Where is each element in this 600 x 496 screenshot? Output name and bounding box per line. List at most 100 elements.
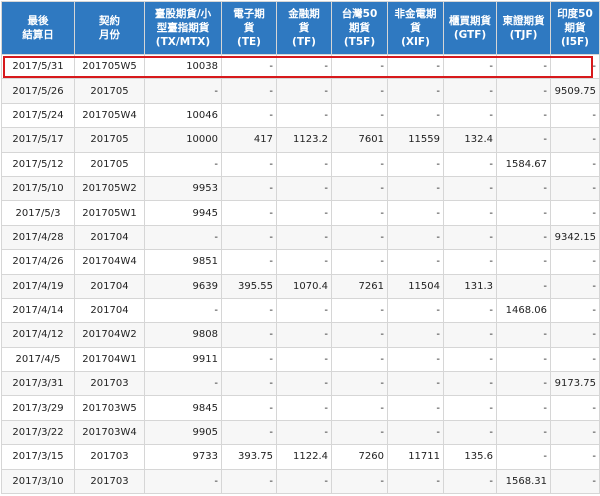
settlement-date-cell: 2017/3/22 [1,419,75,446]
settlement-price-cell: 1123.2 [276,127,332,153]
settlement-date-cell: 2017/3/29 [1,395,75,421]
settlement-price-cell: 1568.31 [496,468,551,495]
settlement-price-cell: - [144,151,222,177]
contract-month-cell: 201705W2 [74,175,145,202]
settlement-price-cell: - [443,200,497,226]
contract-month-cell: 201704 [74,273,145,299]
settlement-price-cell: - [496,249,551,275]
settlement-date-cell: 2017/5/3 [1,200,75,226]
settlement-price-cell: - [496,322,551,348]
settlement-price-cell: - [387,102,444,129]
settlement-price-cell: - [496,127,551,153]
settlement-price-cell: - [496,224,551,251]
column-header: 櫃買期貨 (GTF) [443,1,497,55]
settlement-date-cell: 2017/5/17 [1,127,75,153]
settlement-price-cell: - [221,346,277,373]
settlement-price-cell: - [550,346,600,373]
table-body: 2017/5/31 201705W5 10038- - - - - - -2017/5/26 20… [1,53,600,495]
settlement-price-cell: - [496,175,551,202]
settlement-price-cell: - [387,297,444,324]
table-row: 2017/4/14 201704- - - - - -1468.06- [1,297,600,324]
column-header: 非金電期貨 (XIF) [387,1,444,55]
settlement-price-cell: - [221,297,277,324]
contract-month-cell: 201703 [74,444,145,470]
settlement-price-cell: - [221,102,277,129]
contract-month-cell: 201705 [74,78,145,104]
table-row: 2017/5/26 201705- - - - - - -9509.75 [1,78,600,104]
settlement-price-cell: - [144,371,222,397]
settlement-price-cell: - [276,200,332,226]
settlement-price-cell: - [496,273,551,299]
settlement-price-cell: - [221,151,277,177]
table-row: 2017/5/31 201705W5 10038- - - - - - - [1,53,600,80]
contract-month-cell: 201705 [74,151,145,177]
settlement-price-cell: - [331,200,388,226]
settlement-price-cell: - [331,419,388,446]
settlement-price-cell: - [331,224,388,251]
settlement-price-cell: - [496,419,551,446]
settlement-price-cell: - [276,419,332,446]
settlement-price-cell: - [387,249,444,275]
table-row: 2017/4/19 201704 9639 395.55 1070.4 7261 11504… [1,273,600,299]
settlement-price-cell: - [276,346,332,373]
contract-month-cell: 201703W4 [74,419,145,446]
column-header: 台灣50 期貨 (T5F) [331,1,388,55]
settlement-price-cell: 9911 [144,346,222,373]
settlement-price-cell: - [276,249,332,275]
settlement-table: 最後 結算日 契約 月份 臺股期貨/小 型臺指期貨 (TX/MTX) 電子期貨 (TE) 金融期貨… [1,1,600,495]
settlement-price-cell: - [331,78,388,104]
settlement-price-cell: - [550,200,600,226]
table-row: 2017/3/10 201703- - - - - -1568.31- [1,468,600,495]
settlement-price-cell: - [443,346,497,373]
settlement-price-cell: - [443,371,497,397]
column-header: 印度50 期貨 (I5F) [550,1,600,55]
settlement-price-cell: - [221,468,277,495]
table-row: 2017/3/22 201703W4 9905- - - - - - - [1,419,600,446]
settlement-price-cell: 9945 [144,200,222,226]
settlement-price-cell: - [387,322,444,348]
settlement-price-cell: - [387,419,444,446]
settlement-price-cell: - [443,175,497,202]
settlement-price-cell: - [331,346,388,373]
settlement-price-cell: 10000 [144,127,222,153]
settlement-price-cell: - [496,78,551,104]
settlement-price-cell: - [276,297,332,324]
settlement-price-cell: - [276,468,332,495]
column-header: 臺股期貨/小 型臺指期貨 (TX/MTX) [144,1,222,55]
settlement-price-cell: - [221,322,277,348]
contract-month-cell: 201703W5 [74,395,145,421]
settlement-price-cell: - [443,53,497,80]
settlement-price-cell: - [550,102,600,129]
settlement-price-cell: - [443,419,497,446]
settlement-price-cell: 132.4 [443,127,497,153]
settlement-price-cell: - [496,102,551,129]
contract-month-cell: 201705 [74,127,145,153]
settlement-price-cell: 11504 [387,273,444,299]
settlement-price-cell: - [550,297,600,324]
settlement-date-cell: 2017/3/15 [1,444,75,470]
settlement-price-cell: - [387,78,444,104]
table-row: 2017/4/5 201704W1 9911- - - - - - - [1,346,600,373]
settlement-price-cell: - [496,395,551,421]
settlement-price-cell: - [331,468,388,495]
settlement-price-cell: - [331,371,388,397]
settlement-price-cell: - [387,53,444,80]
settlement-price-cell: 7601 [331,127,388,153]
settlement-price-cell: - [550,249,600,275]
contract-month-cell: 201704W4 [74,249,145,275]
settlement-price-cell: - [331,297,388,324]
settlement-price-cell: 11559 [387,127,444,153]
settlement-price-cell: - [331,175,388,202]
settlement-date-cell: 2017/3/10 [1,468,75,495]
settlement-price-cell: 417 [221,127,277,153]
settlement-price-cell: 9733 [144,444,222,470]
contract-month-cell: 201704W1 [74,346,145,373]
settlement-price-cell: - [221,419,277,446]
settlement-price-cell: - [144,78,222,104]
settlement-price-cell: - [331,53,388,80]
settlement-price-cell: 395.55 [221,273,277,299]
settlement-price-cell: - [550,444,600,470]
settlement-date-cell: 2017/4/19 [1,273,75,299]
settlement-price-cell: - [144,224,222,251]
settlement-price-cell: 1122.4 [276,444,332,470]
